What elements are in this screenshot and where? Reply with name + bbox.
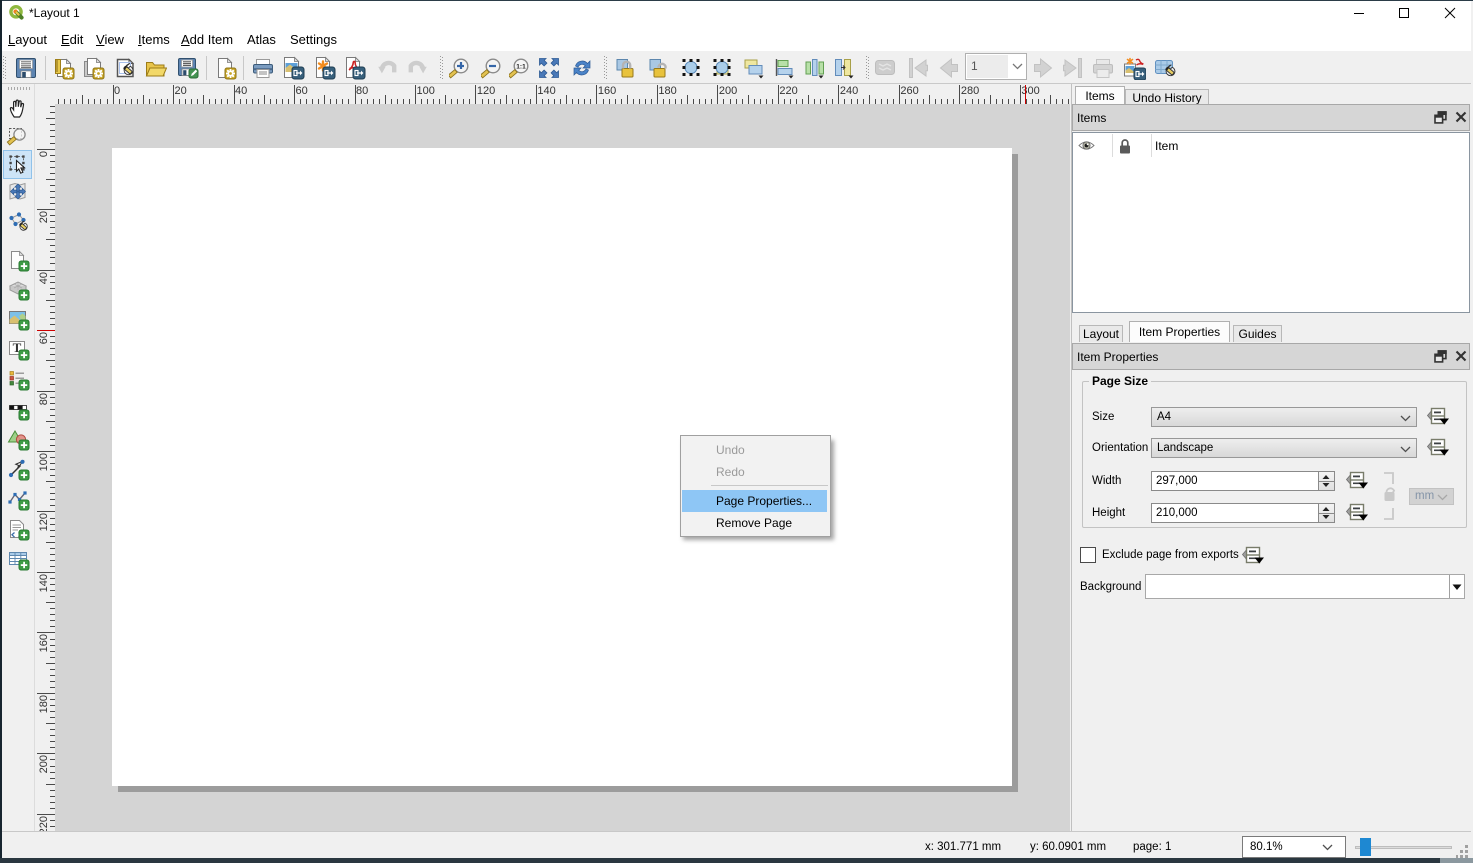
svg-text:1:1: 1:1 — [516, 64, 526, 71]
